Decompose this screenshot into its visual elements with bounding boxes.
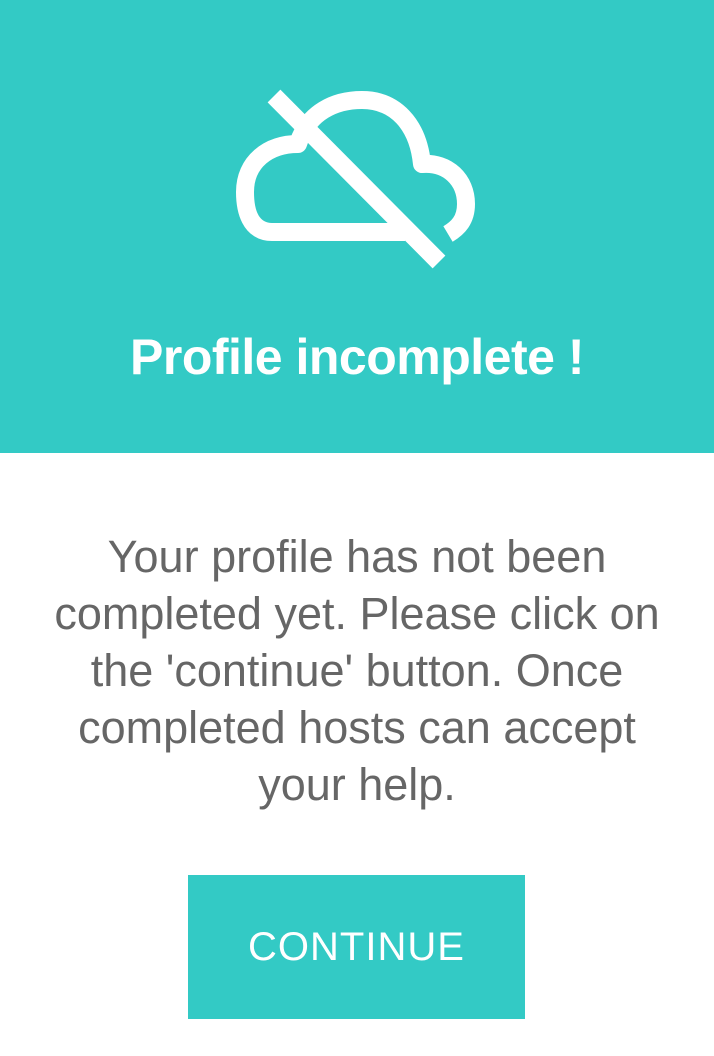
cloud-off-icon — [236, 89, 475, 269]
continue-button[interactable]: CONTINUE — [188, 875, 525, 1019]
dialog-message: Your profile has not been completed yet.… — [54, 531, 660, 810]
profile-incomplete-dialog: Profile incomplete ! Your profile has no… — [0, 0, 714, 1056]
dialog-header: Profile incomplete ! — [0, 0, 714, 453]
dialog-title: Profile incomplete ! — [130, 329, 584, 385]
